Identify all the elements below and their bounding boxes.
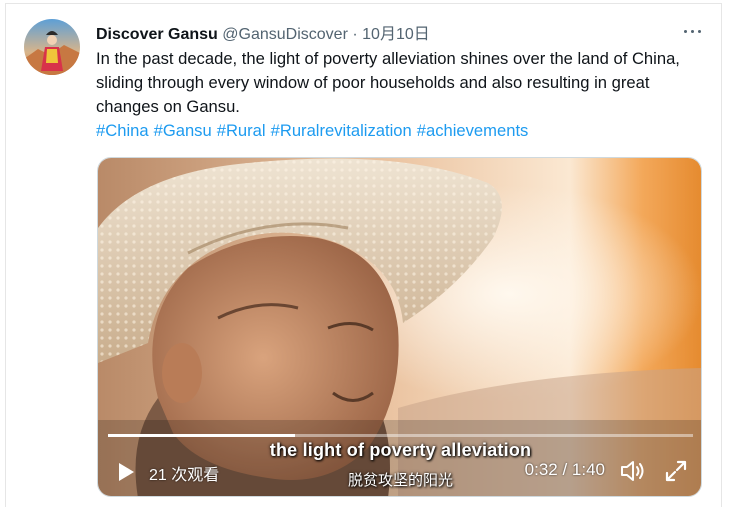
video-time: 0:32 / 1:40 bbox=[525, 460, 605, 480]
view-count: 21 次观看 bbox=[149, 467, 220, 484]
avatar-image bbox=[24, 19, 80, 75]
subtitle-english: the light of poverty alleviation bbox=[269, 440, 532, 460]
separator: · bbox=[352, 26, 358, 43]
hashtag-link[interactable]: #China bbox=[96, 121, 149, 140]
progress-bar[interactable] bbox=[108, 434, 693, 437]
play-icon[interactable] bbox=[116, 461, 136, 483]
tweet-text: In the past decade, the light of poverty… bbox=[96, 49, 680, 116]
duration: 1:40 bbox=[571, 460, 605, 479]
time-separator: / bbox=[557, 460, 572, 479]
more-horizontal-icon[interactable] bbox=[682, 24, 704, 40]
hashtag-link[interactable]: #Gansu bbox=[154, 121, 212, 140]
progress-bar-fill bbox=[108, 434, 296, 437]
video-player[interactable]: the light of poverty alleviation 脱贫攻坚的阳光… bbox=[97, 157, 702, 497]
fullscreen-icon[interactable] bbox=[665, 460, 687, 482]
current-time: 0:32 bbox=[524, 460, 558, 479]
tweet-date[interactable]: 10月10日 bbox=[362, 26, 430, 43]
volume-icon[interactable] bbox=[620, 459, 646, 483]
hashtag-link[interactable]: #Rural bbox=[217, 121, 266, 140]
handle[interactable]: @GansuDiscover bbox=[222, 26, 348, 43]
hashtag-link[interactable]: #achievements bbox=[417, 121, 529, 140]
display-name[interactable]: Discover Gansu bbox=[96, 26, 218, 43]
hashtag-list: #China #Gansu #Rural #Ruralrevitalization #a… bbox=[96, 119, 533, 143]
avatar[interactable] bbox=[24, 19, 80, 75]
tweet-header: Discover Gansu @GansuDiscover · 10月10日 bbox=[96, 20, 430, 44]
hashtag-link[interactable]: #Ruralrevitalization bbox=[271, 121, 412, 140]
